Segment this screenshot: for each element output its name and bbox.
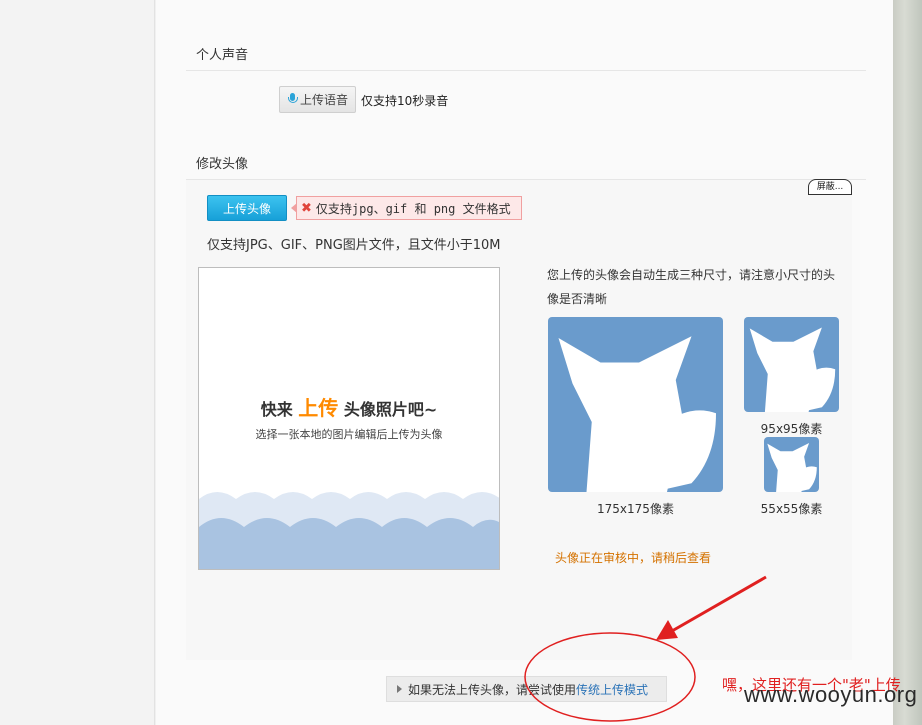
voice-section-title: 个人声音 [196, 48, 249, 63]
review-status: 头像正在审核中，请稍后查看 [555, 551, 712, 565]
microphone-icon [287, 93, 298, 106]
format-error-text: 仅支持jpg、gif 和 png 文件格式 [315, 201, 511, 216]
legacy-upload-link[interactable]: 传统上传模式 [576, 683, 648, 697]
shield-button[interactable]: 屏蔽... [808, 179, 852, 195]
size-label-55: 55x55像素 [760, 502, 823, 516]
prompt-pre: 快来 [260, 400, 293, 419]
divider [186, 70, 866, 71]
prompt-highlight: 上传 [298, 396, 339, 420]
upload-prompt-sub: 选择一张本地的图片编辑后上传为头像 [255, 428, 443, 441]
size-note: 您上传的头像会自动生成三种尺寸，请注意小尺寸的头像是否清晰 [547, 268, 836, 306]
prompt-post: 头像照片吧~ [343, 400, 438, 419]
legacy-upload-bar: 如果无法上传头像，请尝试使用传统上传模式 [386, 676, 667, 702]
size-label-175: 175x175像素 [597, 502, 674, 516]
upload-voice-label: 上传语音 [299, 93, 348, 107]
fox-avatar-icon [749, 327, 836, 412]
left-gutter [0, 0, 155, 725]
avatar-preview-medium [744, 317, 839, 412]
format-note: 仅支持JPG、GIF、PNG图片文件，且文件小于10M [207, 238, 501, 253]
error-x-icon: ✖ [301, 200, 312, 216]
watermark: www.wooyun.org [744, 682, 918, 707]
triangle-right-icon [397, 685, 402, 693]
legacy-text: 如果无法上传头像，请尝试使用 [408, 682, 577, 697]
avatar-section-title: 修改头像 [196, 157, 249, 172]
fox-avatar-icon [767, 443, 817, 492]
avatar-preview-large [548, 317, 723, 492]
upload-voice-button[interactable]: 上传语音 [279, 86, 356, 113]
avatar-drop-area[interactable]: 快来 上传 头像照片吧~ 选择一张本地的图片编辑后上传为头像 [198, 267, 500, 570]
fox-avatar-icon [558, 336, 716, 492]
upload-avatar-button[interactable]: 上传头像 [207, 195, 287, 221]
right-gutter [893, 0, 922, 725]
format-error-tip: ✖ 仅支持jpg、gif 和 png 文件格式 [291, 196, 522, 220]
avatar-preview-small [764, 437, 819, 492]
size-label-95: 95x95像素 [760, 422, 823, 436]
upload-prompt: 快来 上传 头像照片吧~ [199, 392, 499, 421]
voice-note: 仅支持10秒录音 [361, 94, 449, 108]
clouds-decoration [199, 492, 499, 569]
